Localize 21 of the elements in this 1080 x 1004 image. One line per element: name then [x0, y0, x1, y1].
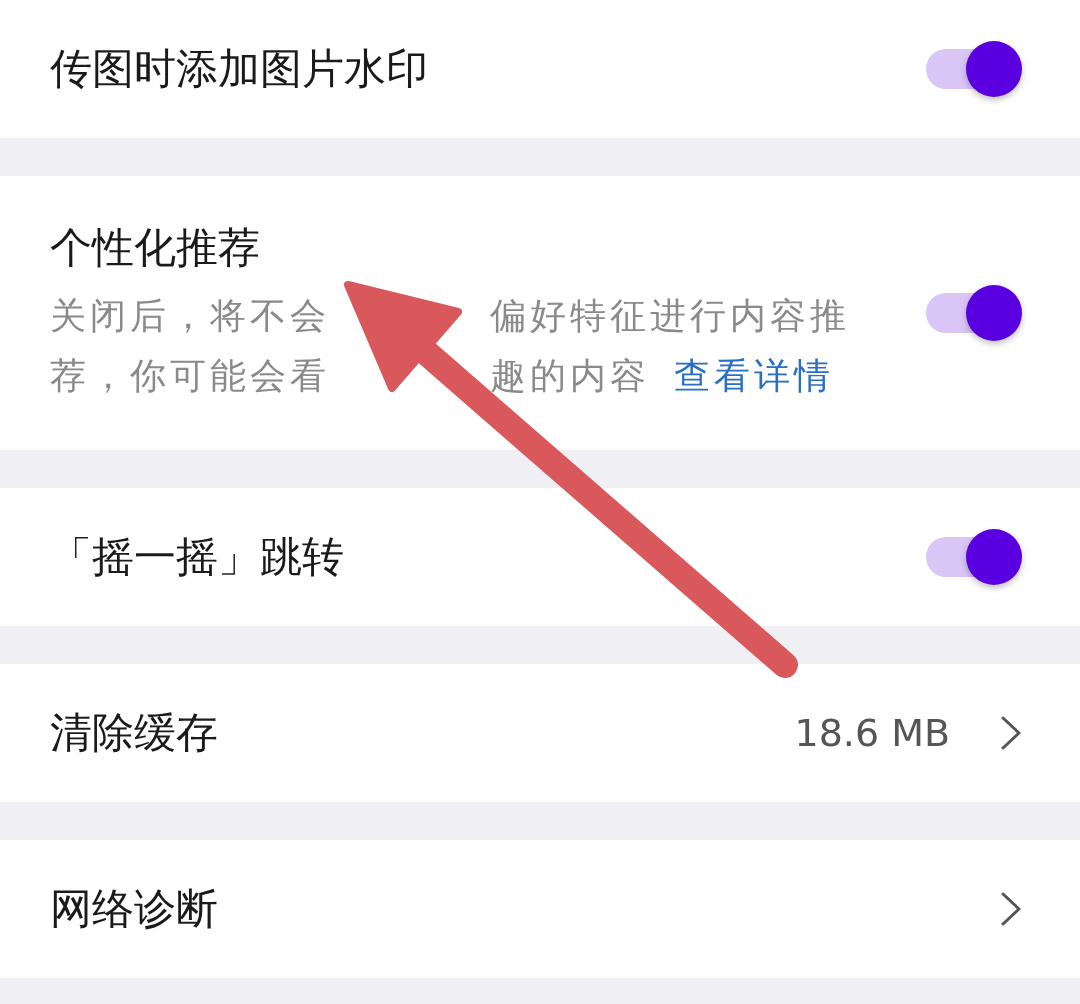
description-text: 偏好特征进行内容推 [490, 294, 850, 338]
settings-row[interactable]: 清除缓存 18.6 MB [0, 664, 1080, 802]
settings-row[interactable]: 「摇一摇」跳转 [0, 488, 1080, 626]
chevron-right-icon [1000, 715, 1022, 751]
description-text: 趣的内容 [490, 354, 650, 398]
description-text: 荐，你可能会看 [50, 354, 330, 398]
toggle-switch[interactable] [926, 285, 1022, 341]
toggle-switch[interactable] [926, 529, 1022, 585]
details-link[interactable]: 查看详情 [674, 346, 834, 406]
chevron-right-icon [1000, 891, 1022, 927]
setting-label: 传图时添加图片水印 [50, 43, 428, 95]
setting-label: 清除缓存 [50, 707, 218, 759]
setting-label: 「摇一摇」跳转 [50, 531, 344, 583]
setting-label: 个性化推荐 [50, 222, 261, 274]
description-text: 关闭后，将不会 [50, 294, 330, 338]
settings-row[interactable]: 网络诊断 [0, 840, 1080, 978]
settings-row[interactable]: 个性化推荐 关闭后，将不会 偏好特征进行内容推 荐，你可能会看 趣的内容 查看详情 [0, 176, 1080, 450]
cache-size: 18.6 MB [794, 711, 950, 755]
setting-label: 网络诊断 [50, 883, 218, 935]
toggle-switch[interactable] [926, 41, 1022, 97]
settings-row[interactable]: 传图时添加图片水印 [0, 0, 1080, 138]
